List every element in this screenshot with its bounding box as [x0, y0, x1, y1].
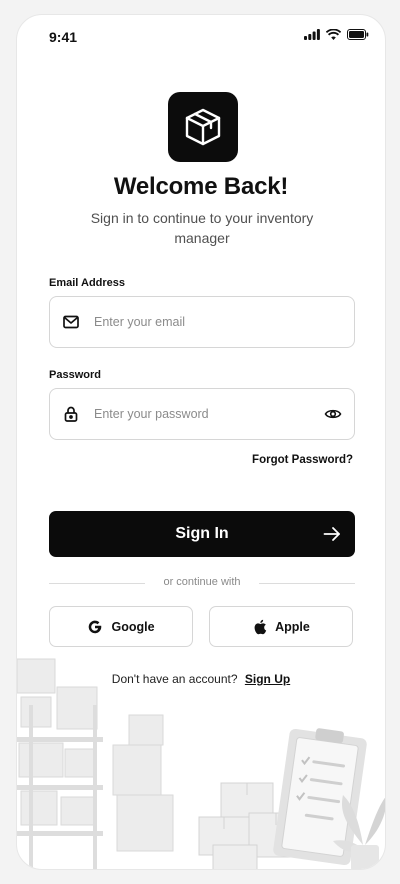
app-logo: [168, 92, 238, 162]
password-label: Password: [49, 369, 101, 381]
page-title: Welcome Back!: [113, 173, 289, 200]
password-field[interactable]: [49, 388, 355, 440]
phone-screen: 9:41 Welcome Back! Sign in to continue t…: [16, 14, 386, 870]
email-field[interactable]: [49, 296, 355, 348]
divider: or continue with: [49, 576, 355, 590]
wifi-icon: [326, 29, 341, 40]
signal-icon: [304, 29, 320, 40]
lock-icon: [64, 406, 78, 422]
divider-text: or continue with: [163, 576, 241, 588]
forgot-password-link[interactable]: Forgot Password?: [252, 454, 353, 466]
google-button[interactable]: Google: [49, 606, 193, 647]
mail-icon: [63, 315, 79, 329]
arrow-right-icon: [323, 527, 340, 541]
battery-icon: [347, 29, 369, 40]
sign-in-label: Sign In: [175, 525, 229, 542]
eye-icon[interactable]: [324, 406, 342, 422]
google-icon: [89, 620, 102, 633]
box-icon: [185, 108, 221, 146]
apple-label: Apple: [275, 619, 310, 634]
password-input[interactable]: [94, 403, 314, 425]
status-bar: 9:41: [17, 15, 385, 59]
apple-button[interactable]: Apple: [209, 606, 353, 647]
sign-in-button[interactable]: Sign In: [49, 511, 355, 557]
email-input[interactable]: [94, 311, 314, 333]
page-subtitle: Sign in to continue to your inventory ma…: [90, 210, 314, 246]
warehouse-illustration: [17, 658, 385, 869]
divider-line-right: [259, 583, 355, 584]
status-time: 9:41: [49, 29, 78, 45]
google-label: Google: [111, 619, 155, 634]
status-icons: [304, 29, 369, 40]
email-label: Email Address: [49, 277, 126, 289]
apple-icon: [254, 619, 267, 634]
